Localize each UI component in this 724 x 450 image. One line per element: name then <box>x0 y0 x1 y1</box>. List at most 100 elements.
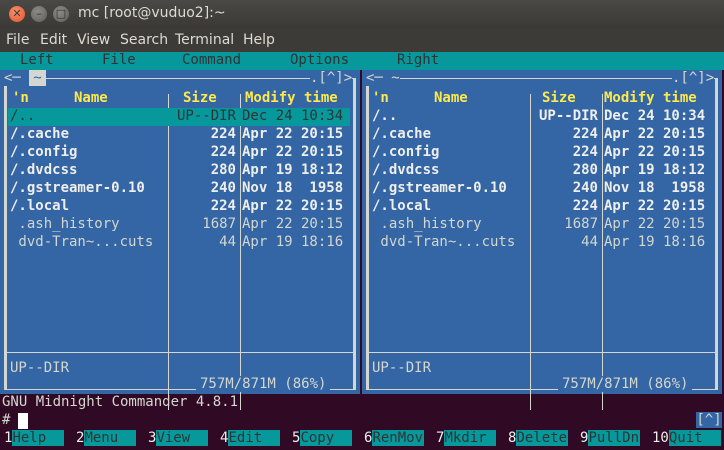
fkey-pulldn[interactable]: 9PullDn <box>576 430 641 450</box>
file-modified: Apr 22 20:15 <box>242 144 344 160</box>
file-size: UP--DIR <box>176 108 236 124</box>
file-row[interactable]: /.. UP--DIR Dec 24 10:34 <box>370 108 712 126</box>
file-row[interactable]: /.dvdcss 280 Apr 19 18:12 <box>8 162 350 180</box>
left-panel-corner[interactable]: .[^]> <box>310 70 353 86</box>
left-header-time[interactable]: Modify time <box>245 90 338 106</box>
right-header-size[interactable]: Size <box>542 90 576 106</box>
minimize-icon[interactable]: – <box>31 6 47 22</box>
fkey-number: 2 <box>76 430 85 446</box>
file-row[interactable]: dvd-Tran~...cuts 44 Apr 19 18:16 <box>370 234 712 252</box>
title-bar: ✕ – □ mc [root@vuduo2]:~ <box>0 0 724 28</box>
fkey-label: RenMov <box>372 430 425 446</box>
file-row[interactable]: /.config 224 Apr 22 20:15 <box>8 144 350 162</box>
file-name: dvd-Tran~...cuts <box>10 234 154 250</box>
file-name: /.cache <box>372 126 432 142</box>
right-header-name[interactable]: Name <box>434 90 468 106</box>
shell-prompt: # <box>2 412 11 428</box>
fkey-delete[interactable]: 8Delete <box>504 430 569 450</box>
file-row[interactable]: /.gstreamer-0.10 240 Nov 18 1958 <box>370 180 712 198</box>
file-size: 240 <box>210 180 236 196</box>
fkey-label: Help <box>12 430 65 446</box>
fkey-number: 3 <box>148 430 157 446</box>
scroll-bracket[interactable]: [^] <box>696 412 722 428</box>
file-name: /.gstreamer-0.10 <box>10 180 145 196</box>
menu-terminal[interactable]: Terminal <box>175 32 234 48</box>
file-modified: Apr 22 20:15 <box>242 126 344 142</box>
file-name: /.local <box>372 198 432 214</box>
mc-menu-left[interactable]: Left <box>20 52 54 68</box>
text-cursor[interactable] <box>18 413 28 429</box>
left-header-sort[interactable]: 'n <box>12 90 29 106</box>
file-name: /.cache <box>10 126 70 142</box>
fkey-label: PullDn <box>588 430 641 446</box>
fkey-edit[interactable]: 4Edit <box>216 430 281 450</box>
file-name: /.dvdcss <box>10 162 78 178</box>
mc-menu-file[interactable]: File <box>102 52 136 68</box>
file-modified: Apr 19 18:16 <box>604 234 706 250</box>
file-row[interactable]: /.. UP--DIR Dec 24 10:34 <box>8 108 350 126</box>
file-row[interactable]: /.config 224 Apr 22 20:15 <box>370 144 712 162</box>
file-name: /.. <box>10 108 36 124</box>
menu-edit[interactable]: Edit <box>40 32 67 48</box>
fkey-renmov[interactable]: 6RenMov <box>360 430 425 450</box>
left-status: UP--DIR <box>10 360 70 376</box>
mc-menu-right[interactable]: Right <box>397 52 439 68</box>
right-footer: 757M/871M (86%) <box>558 376 693 392</box>
left-header-size[interactable]: Size <box>183 90 217 106</box>
file-row[interactable]: /.cache 224 Apr 22 20:15 <box>370 126 712 144</box>
fkey-copy[interactable]: 5Copy <box>288 430 353 450</box>
right-panel[interactable]: <─ ~ .[^]> 'n Name Size Modify time /.. U… <box>362 70 722 410</box>
file-modified: Apr 22 20:15 <box>604 198 706 214</box>
left-path-tilde[interactable]: ~ <box>29 70 46 86</box>
file-size: 224 <box>210 144 236 160</box>
fkey-view[interactable]: 3View <box>144 430 209 450</box>
left-panel[interactable]: <─ ~ .[^]> 'n Name Size Modify time /.. U… <box>0 70 360 410</box>
file-row[interactable]: /.local 224 Apr 22 20:15 <box>8 198 350 216</box>
file-modified: Apr 22 20:15 <box>242 216 344 232</box>
fkey-number: 1 <box>4 430 13 446</box>
fkey-number: 6 <box>364 430 373 446</box>
fkey-number: 5 <box>292 430 301 446</box>
file-size: 224 <box>572 126 598 142</box>
file-row[interactable]: /.gstreamer-0.10 240 Nov 18 1958 <box>8 180 350 198</box>
file-row[interactable]: /.local 224 Apr 22 20:15 <box>370 198 712 216</box>
menu-help[interactable]: Help <box>243 32 275 48</box>
right-header-time[interactable]: Modify time <box>604 90 697 106</box>
right-header-sort[interactable]: 'n <box>372 90 389 106</box>
file-row[interactable]: .ash_history 1687 Apr 22 20:15 <box>8 216 350 234</box>
fkey-help[interactable]: 1Help <box>0 430 65 450</box>
fkey-menu[interactable]: 2Menu <box>72 430 137 450</box>
file-size: 224 <box>572 198 598 214</box>
maximize-icon[interactable]: □ <box>53 6 69 22</box>
mc-menu-command[interactable]: Command <box>182 52 241 68</box>
file-modified: Apr 22 20:15 <box>604 216 706 232</box>
menu-search[interactable]: Search <box>120 32 168 48</box>
file-size: 224 <box>210 126 236 142</box>
fkey-quit[interactable]: 10Quit <box>648 430 721 450</box>
close-icon[interactable]: ✕ <box>9 6 25 22</box>
fkey-mkdir[interactable]: 7Mkdir <box>432 430 497 450</box>
file-modified: Apr 19 18:12 <box>242 162 344 178</box>
fkey-label: Mkdir <box>444 430 497 446</box>
right-panel-corner[interactable]: .[^]> <box>672 70 715 86</box>
file-row[interactable]: .ash_history 1687 Apr 22 20:15 <box>370 216 712 234</box>
menu-view[interactable]: View <box>77 32 110 48</box>
fkey-number: 9 <box>580 430 589 446</box>
right-path-tilde[interactable]: ~ <box>391 70 399 86</box>
menu-file[interactable]: File <box>6 32 29 48</box>
file-row[interactable]: /.cache 224 Apr 22 20:15 <box>8 126 350 144</box>
file-size: 224 <box>210 198 236 214</box>
mc-menu-bar: Left File Command Options Right <box>0 52 724 70</box>
file-row[interactable]: /.dvdcss 280 Apr 19 18:12 <box>370 162 712 180</box>
mc-menu-options[interactable]: Options <box>290 52 349 68</box>
file-row[interactable]: dvd-Tran~...cuts 44 Apr 19 18:16 <box>8 234 350 252</box>
file-name: /.. <box>372 108 398 124</box>
file-modified: Nov 18 1958 <box>604 180 706 196</box>
file-size: 280 <box>572 162 598 178</box>
window-title: mc [root@vuduo2]:~ <box>78 5 226 21</box>
file-size: 44 <box>581 234 598 250</box>
left-header-name[interactable]: Name <box>74 90 108 106</box>
file-name: dvd-Tran~...cuts <box>372 234 516 250</box>
right-status: UP--DIR <box>372 360 432 376</box>
file-modified: Nov 18 1958 <box>242 180 344 196</box>
